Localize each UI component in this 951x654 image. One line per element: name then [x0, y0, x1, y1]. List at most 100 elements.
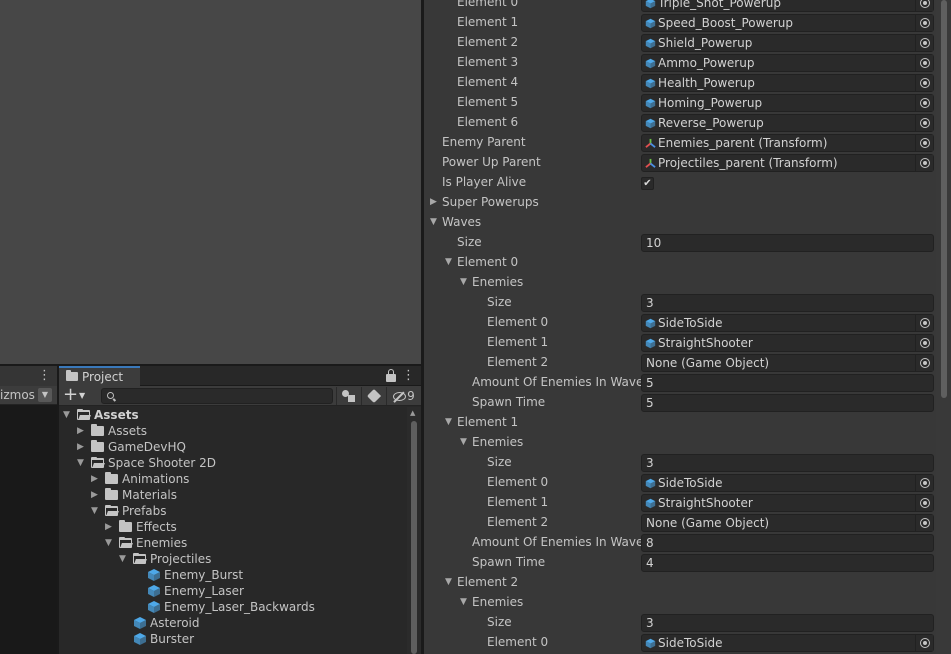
object-picker-icon[interactable] [915, 635, 933, 651]
game-view[interactable] [0, 405, 57, 654]
value-field[interactable]: 3 [641, 614, 934, 632]
object-picker-icon[interactable] [915, 155, 933, 171]
object-picker-icon[interactable] [915, 495, 933, 511]
inspector-scrollbar[interactable] [936, 0, 951, 654]
scroll-up-icon[interactable]: ▲ [410, 409, 415, 417]
object-field[interactable]: Enemies_parent (Transform) [641, 134, 934, 152]
object-picker-icon[interactable] [915, 115, 933, 131]
value-field[interactable]: 8 [641, 534, 934, 552]
list-item[interactable]: Enemy_Laser_Backwards [59, 599, 407, 615]
object-picker-icon[interactable] [915, 515, 933, 531]
list-item[interactable]: ▶ Effects [59, 519, 407, 535]
object-picker-icon[interactable] [915, 475, 933, 491]
triangle-down-icon[interactable]: ▼ [445, 576, 455, 588]
triangle-down-icon[interactable]: ▼ [105, 537, 115, 549]
object-picker-icon[interactable] [915, 35, 933, 51]
object-field[interactable]: SideToSide [641, 474, 934, 492]
project-menu-icon[interactable]: ⋮ [402, 367, 415, 385]
object-picker-icon[interactable] [915, 55, 933, 71]
search-by-type-button[interactable] [336, 387, 360, 405]
search-by-label-button[interactable] [361, 387, 385, 405]
search-input[interactable] [118, 389, 328, 403]
inspector-row[interactable]: ▼ Enemies [424, 432, 936, 452]
inspector-row[interactable]: ▼ Element 0 [424, 252, 936, 272]
object-field[interactable]: Projectiles_parent (Transform) [641, 154, 934, 172]
project-tree[interactable]: ▼ Assets ▶ Assets ▶ GameDevHQ ▼ Space Shooter 2… [59, 407, 407, 654]
triangle-down-icon[interactable]: ▼ [445, 416, 455, 428]
inspector-row[interactable]: ▼ Enemies [424, 272, 936, 292]
triangle-right-icon[interactable]: ▶ [430, 196, 440, 208]
object-picker-icon[interactable] [915, 135, 933, 151]
triangle-down-icon[interactable]: ▼ [63, 409, 73, 421]
object-picker-icon[interactable] [915, 315, 933, 331]
triangle-right-icon[interactable]: ▶ [91, 489, 101, 501]
object-picker-icon[interactable] [915, 15, 933, 31]
triangle-down-icon[interactable]: ▼ [460, 276, 470, 288]
project-scrollbar[interactable]: ▲ [407, 407, 421, 654]
triangle-down-icon[interactable]: ▼ [77, 457, 87, 469]
add-button[interactable]: + ▼ [63, 385, 91, 405]
list-item[interactable]: Burster [59, 631, 407, 647]
list-item[interactable]: Enemy_Laser [59, 583, 407, 599]
value-field[interactable]: 4 [641, 554, 934, 572]
object-field[interactable]: Health_Powerup [641, 74, 934, 92]
object-field[interactable]: Ammo_Powerup [641, 54, 934, 72]
value-field[interactable]: 5 [641, 394, 934, 412]
hidden-packages-button[interactable]: 9 [386, 387, 421, 405]
object-field[interactable]: Speed_Boost_Powerup [641, 14, 934, 32]
object-field[interactable]: None (Game Object) [641, 514, 934, 532]
object-field[interactable]: StraightShooter [641, 334, 934, 352]
list-item[interactable]: ▶ GameDevHQ [59, 439, 407, 455]
list-item[interactable]: ▶ Animations [59, 471, 407, 487]
triangle-right-icon[interactable]: ▶ [91, 473, 101, 485]
triangle-right-icon[interactable]: ▶ [77, 425, 87, 437]
project-scroll-thumb[interactable] [411, 421, 417, 654]
list-item[interactable]: ▼ Prefabs [59, 503, 407, 519]
list-item[interactable]: ▶ Assets [59, 423, 407, 439]
value-field[interactable]: 10 [641, 234, 934, 252]
object-field[interactable]: StraightShooter [641, 494, 934, 512]
object-field[interactable]: Reverse_Powerup [641, 114, 934, 132]
inspector-row[interactable]: ▶ Super Powerups [424, 192, 936, 212]
scene-view[interactable] [0, 0, 421, 364]
triangle-down-icon[interactable]: ▼ [445, 256, 455, 268]
object-field[interactable]: Shield_Powerup [641, 34, 934, 52]
triangle-right-icon[interactable]: ▶ [105, 521, 115, 533]
list-item[interactable]: ▼ Assets [59, 407, 407, 423]
value-field[interactable]: 3 [641, 454, 934, 472]
search-field[interactable] [101, 388, 333, 404]
checkbox[interactable]: ✔ [641, 177, 654, 190]
object-picker-icon[interactable] [915, 355, 933, 371]
triangle-down-icon[interactable]: ▼ [430, 216, 440, 228]
inspector-scroll-thumb[interactable] [941, 0, 947, 398]
list-item[interactable]: ▶ Materials [59, 487, 407, 503]
list-item[interactable]: ▼ Projectiles [59, 551, 407, 567]
value-field[interactable]: 3 [641, 294, 934, 312]
triangle-right-icon[interactable]: ▶ [77, 441, 87, 453]
object-picker-icon[interactable] [915, 75, 933, 91]
object-field[interactable]: Triple_Shot_Powerup [641, 0, 934, 12]
gizmos-dropdown-icon[interactable]: ▼ [38, 388, 52, 402]
object-field[interactable]: SideToSide [641, 634, 934, 652]
game-menu-icon[interactable]: ⋮ [38, 367, 51, 385]
inspector-row[interactable]: ▼ Enemies [424, 592, 936, 612]
object-picker-icon[interactable] [915, 0, 933, 11]
list-item[interactable]: ▼ Enemies [59, 535, 407, 551]
triangle-down-icon[interactable]: ▼ [460, 596, 470, 608]
object-picker-icon[interactable] [915, 335, 933, 351]
list-item[interactable]: ▼ Space Shooter 2D [59, 455, 407, 471]
lock-icon[interactable] [386, 369, 396, 382]
tab-project[interactable]: Project [59, 366, 140, 386]
value-field[interactable]: 5 [641, 374, 934, 392]
list-item[interactable]: Asteroid [59, 615, 407, 631]
triangle-down-icon[interactable]: ▼ [460, 436, 470, 448]
triangle-down-icon[interactable]: ▼ [91, 505, 101, 517]
triangle-down-icon[interactable]: ▼ [119, 553, 129, 565]
object-field[interactable]: Homing_Powerup [641, 94, 934, 112]
inspector-row[interactable]: ▼ Element 2 [424, 572, 936, 592]
gizmos-button[interactable]: izmos [0, 388, 35, 402]
object-field[interactable]: None (Game Object) [641, 354, 934, 372]
object-picker-icon[interactable] [915, 95, 933, 111]
inspector-row[interactable]: ▼ Waves [424, 212, 936, 232]
object-field[interactable]: SideToSide [641, 314, 934, 332]
